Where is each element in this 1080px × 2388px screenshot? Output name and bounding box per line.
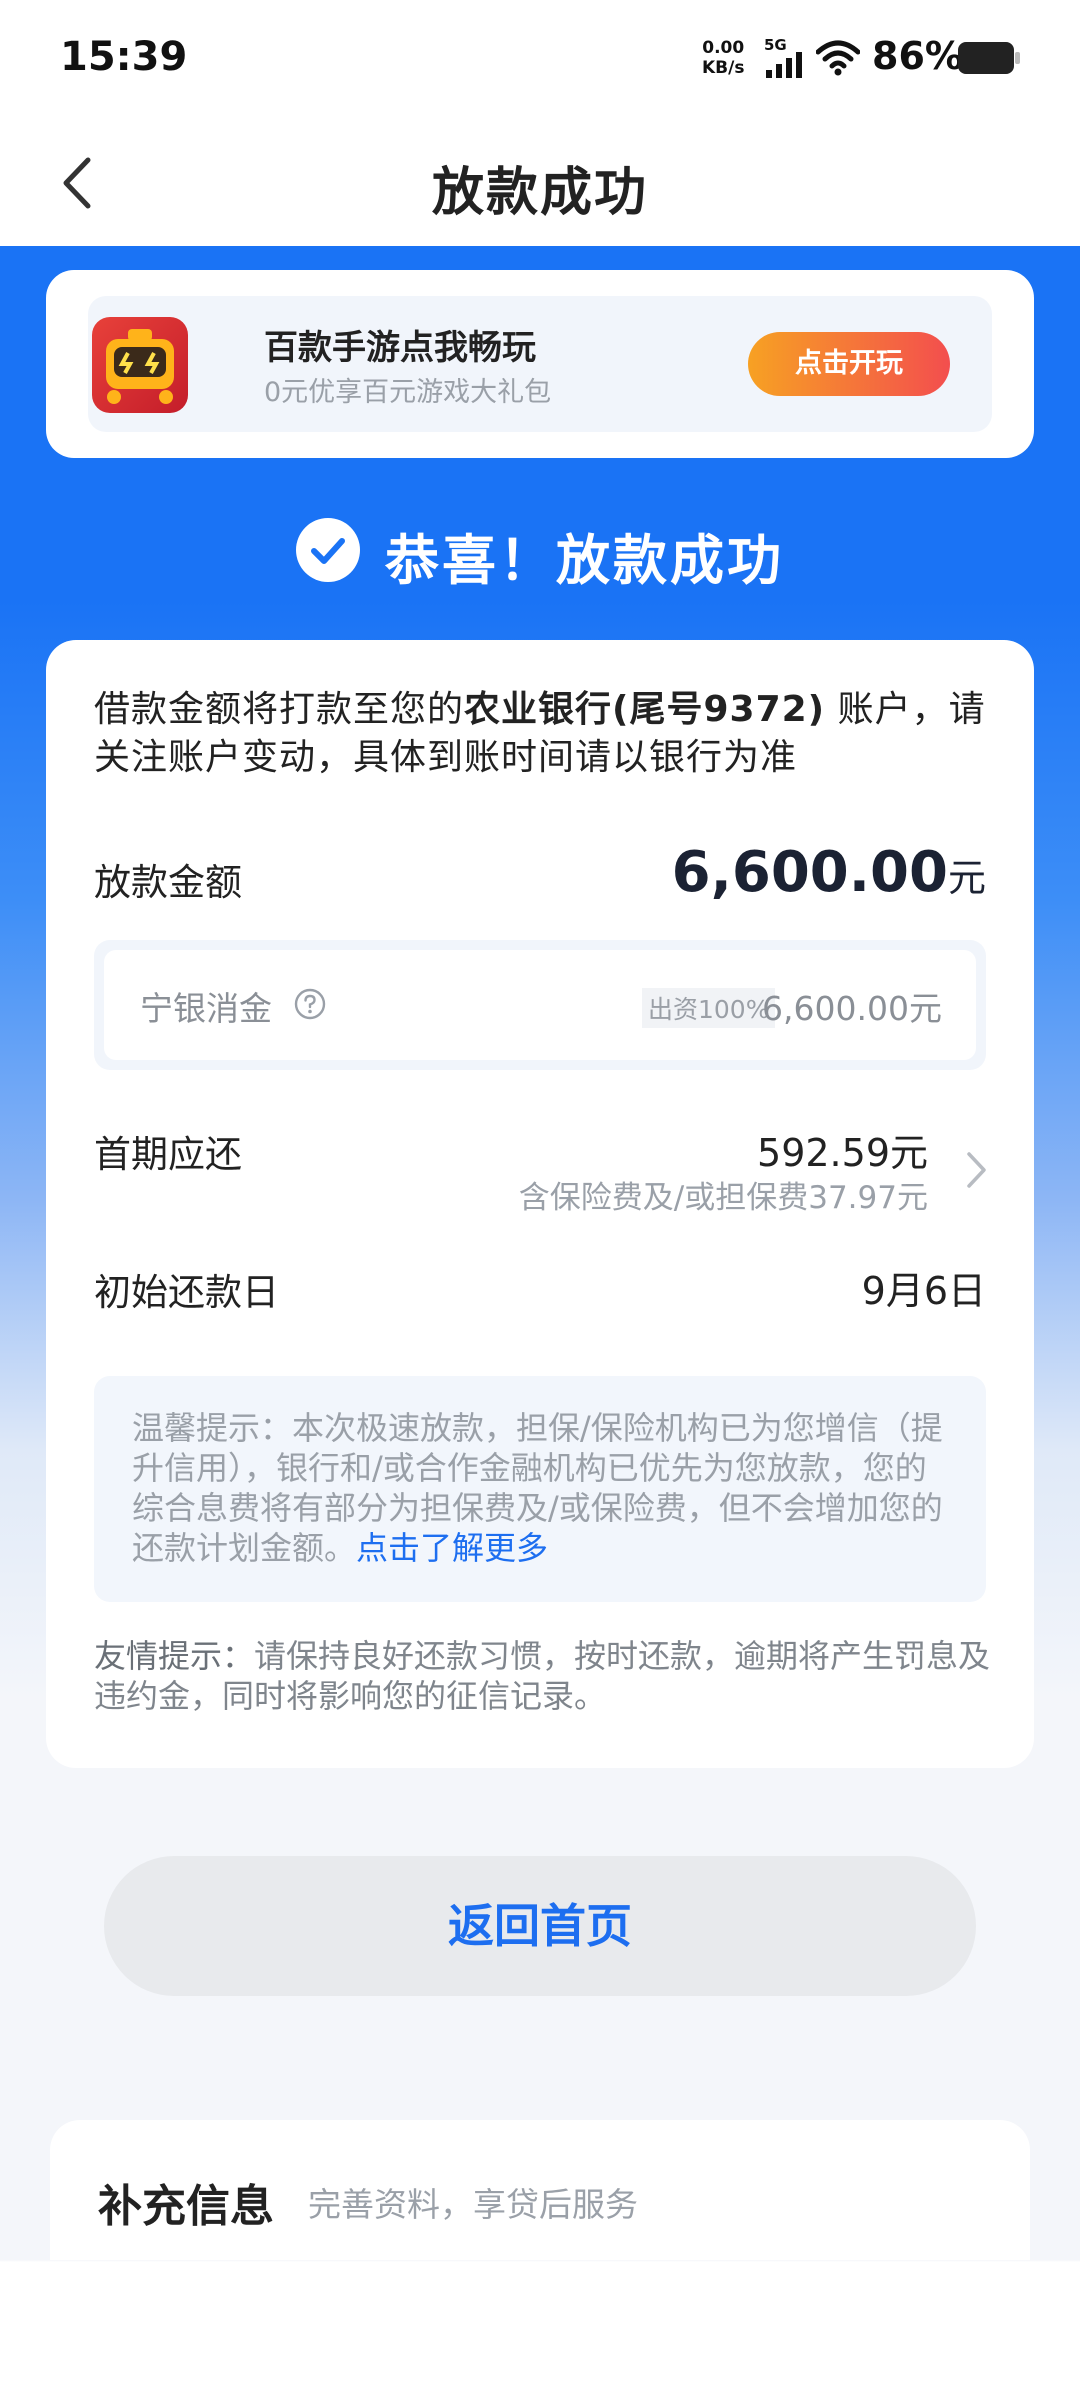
chevron-right-icon[interactable] — [964, 1148, 990, 1192]
amount-unit: 元 — [947, 856, 986, 900]
status-bar: 15:39 0.00 KB/s 5G 86% — [0, 0, 1080, 118]
funder-box: 宁银消金 出资100% 6,600.00元 — [94, 940, 986, 1070]
return-home-button[interactable]: 返回首页 — [104, 1856, 976, 1996]
amount-label: 放款金额 — [94, 861, 242, 904]
ad-title: 百款手游点我畅玩 — [264, 328, 536, 368]
warm-tip-box: 温馨提示：本次极速放款，担保/保险机构已为您增信（提升信用），银行和/或合作金融… — [94, 1376, 986, 1602]
notice-prefix: 借款金额将打款至您的 — [94, 689, 465, 730]
question-help-icon[interactable] — [294, 988, 326, 1020]
battery-icon — [958, 42, 1020, 74]
funder-amount: 6,600.00元 — [762, 989, 942, 1028]
funder-share-badge: 出资100% — [642, 988, 776, 1028]
notice-bank: 农业银行(尾号9372) — [464, 689, 826, 730]
ad-banner[interactable]: 百款手游点我畅玩 0元优享百元游戏大礼包 点击开玩 — [46, 270, 1034, 458]
first-payment-label: 首期应还 — [94, 1133, 242, 1176]
status-time: 15:39 — [60, 34, 188, 80]
network-speed: 0.00 KB/s — [702, 38, 744, 78]
page-title: 放款成功 — [431, 163, 648, 223]
amount-number: 6,600.00 — [671, 840, 948, 905]
warm-tip-text: 温馨提示：本次极速放款，担保/保险机构已为您增信（提升信用），银行和/或合作金融… — [132, 1408, 952, 1568]
page-background: 15:39 0.00 KB/s 5G 86% 放款成功 百款手游点我畅玩 0元优… — [0, 0, 1080, 2388]
wifi-icon — [816, 40, 860, 76]
funder-row: 宁银消金 出资100% 6,600.00元 — [104, 950, 976, 1060]
funder-name: 宁银消金 — [140, 989, 272, 1028]
start-date-value: 9月6日 — [861, 1269, 986, 1313]
success-banner: 恭喜！放款成功 — [0, 510, 1080, 592]
bottom-area — [0, 2262, 1080, 2388]
ad-subtitle: 0元优享百元游戏大礼包 — [264, 377, 552, 408]
first-payment-value[interactable]: 592.59元 — [757, 1122, 928, 1177]
friendly-reminder: 友情提示：请保持良好还款习惯，按时还款，逾期将产生罚息及违约金，同时将影响您的征… — [94, 1636, 994, 1716]
game-gift-icon — [92, 317, 188, 413]
network-speed-value: 0.00 — [702, 38, 745, 58]
first-payment-note: 含保险费及/或担保费37.97元 — [518, 1180, 928, 1216]
success-check-icon — [296, 518, 360, 582]
network-speed-unit: KB/s — [702, 58, 745, 78]
friendly-label: 友情提示： — [94, 1637, 255, 1675]
success-message: 恭喜！放款成功 — [385, 529, 784, 592]
disbursement-notice: 借款金额将打款至您的农业银行(尾号9372) 账户，请关注账户变动，具体到账时间… — [94, 686, 994, 782]
supplementary-subtitle: 完善资料，享贷后服务 — [308, 2185, 638, 2224]
learn-more-link[interactable]: 点击了解更多 — [356, 1529, 548, 1567]
ad-play-button[interactable]: 点击开玩 — [748, 332, 950, 396]
start-date-label: 初始还款日 — [94, 1271, 279, 1314]
nav-header: 放款成功 — [0, 118, 1080, 246]
supplementary-title: 补充信息 — [98, 2181, 274, 2232]
battery-percent: 86% — [872, 34, 963, 78]
cellular-signal-icon — [766, 52, 802, 78]
supplementary-info-card[interactable]: 补充信息 完善资料，享贷后服务 — [50, 2120, 1030, 2260]
amount-value: 6,600.00元 — [672, 840, 986, 905]
loan-detail-card: 借款金额将打款至您的农业银行(尾号9372) 账户，请关注账户变动，具体到账时间… — [46, 640, 1034, 1768]
